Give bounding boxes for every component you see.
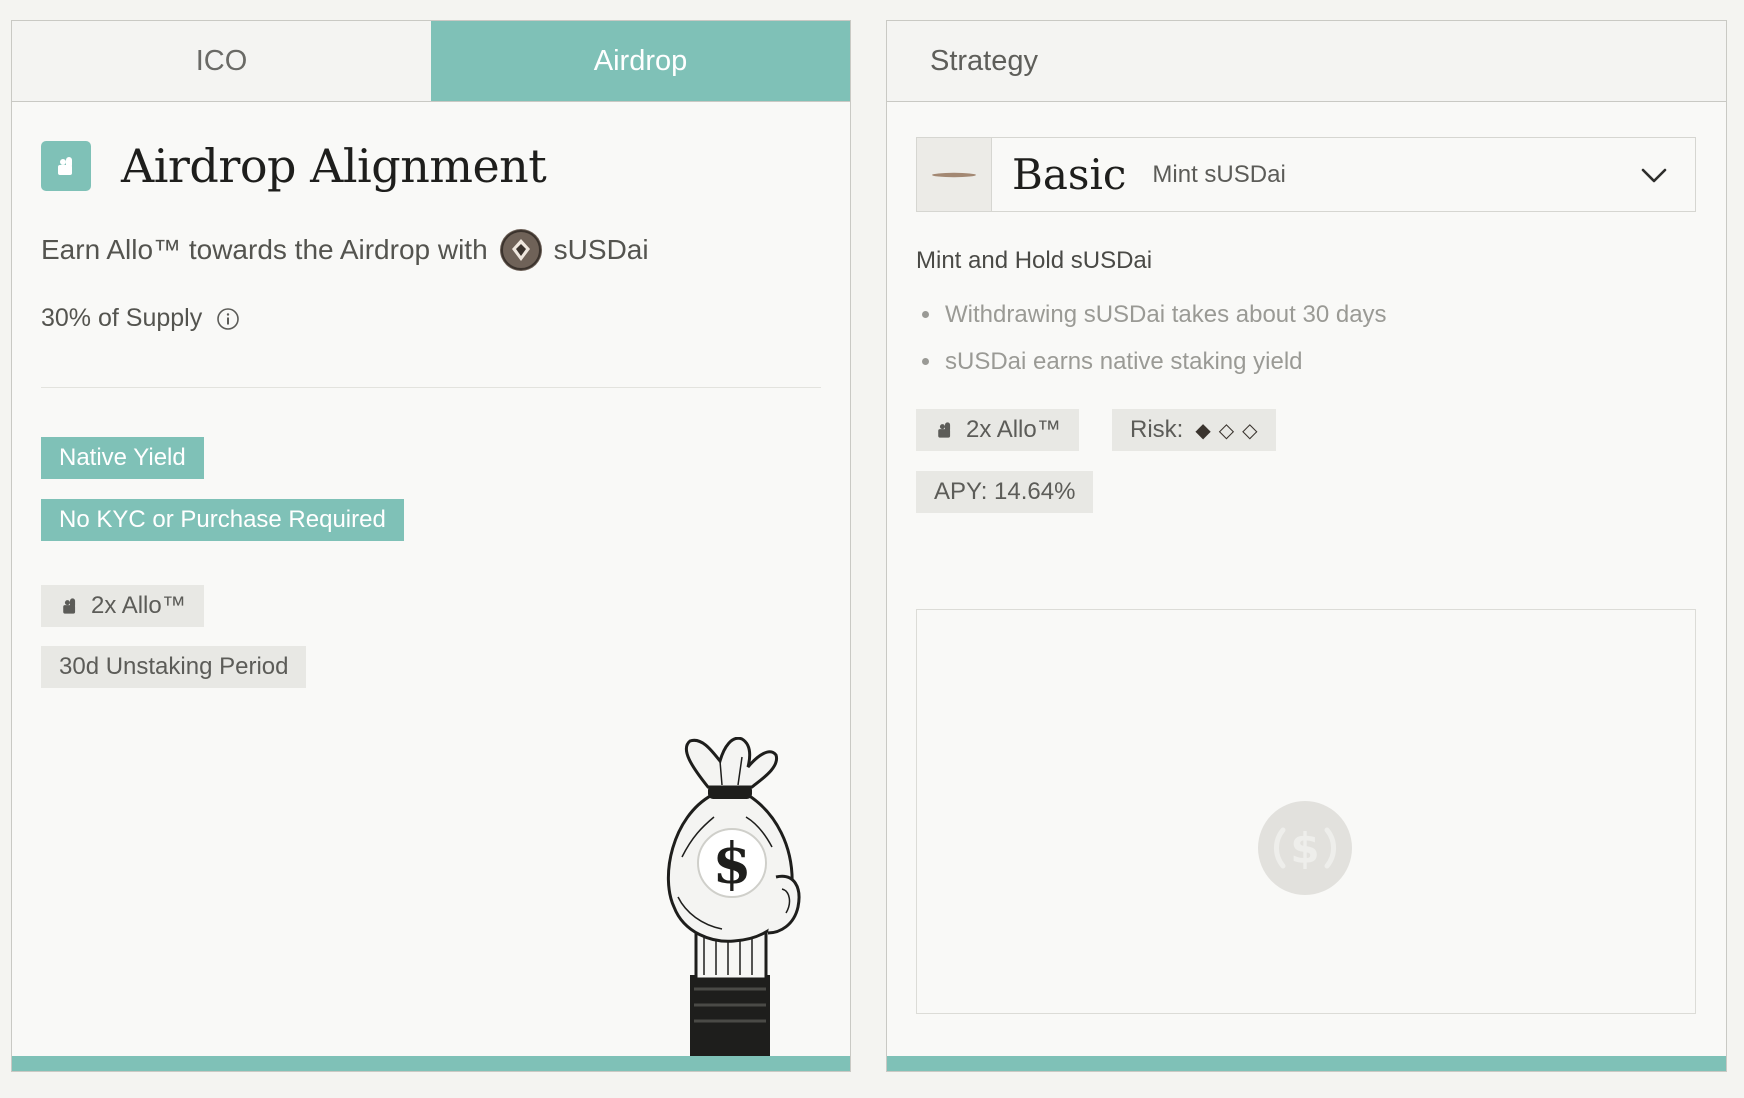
risk-badge: Risk: ◆ ◇ ◇: [1112, 409, 1276, 451]
allo-hand-icon: [41, 141, 91, 191]
tab-bar: ICO Airdrop: [12, 21, 850, 102]
bullet-dot: [922, 311, 929, 318]
strategy-heading: Mint and Hold sUSDai: [916, 247, 1153, 274]
title-row: Airdrop Alignment: [41, 139, 547, 193]
panel-accent-bar: [887, 1056, 1726, 1071]
risk-label: Risk:: [1130, 416, 1184, 443]
multiplier-text: 2x Allo™: [91, 592, 186, 619]
bullet-text: Withdrawing sUSDai takes about 30 days: [945, 300, 1387, 328]
list-item: Withdrawing sUSDai takes about 30 days: [916, 291, 1387, 338]
list-item: sUSDai earns native staking yield: [916, 338, 1387, 385]
info-icon[interactable]: [216, 307, 240, 331]
strategy-name: Basic: [1012, 150, 1127, 199]
page-title: Airdrop Alignment: [121, 139, 547, 193]
strategy-image-placeholder: $: [916, 609, 1696, 1014]
susdai-token-icon: [499, 229, 542, 271]
allo-hand-icon: [934, 419, 956, 441]
bullet-text: sUSDai earns native staking yield: [945, 347, 1303, 375]
subtitle: Earn Allo™ towards the Airdrop with sUSD…: [41, 229, 649, 271]
chevron-down-icon[interactable]: [1639, 160, 1669, 195]
allo-hand-icon: [59, 595, 81, 617]
tag-no-kyc: No KYC or Purchase Required: [41, 499, 404, 541]
strategy-thumbnail: [917, 138, 992, 211]
bullet-dot: [922, 358, 929, 365]
risk-diamond-filled-icon: ◆: [1195, 419, 1211, 442]
multiplier-text: 2x Allo™: [966, 416, 1061, 443]
strategy-select[interactable]: Basic Mint sUSDai: [916, 137, 1696, 212]
airdrop-panel: ICO Airdrop Airdrop Alignment Earn Allo™…: [11, 20, 851, 1072]
money-bag-illustration: $: [652, 736, 802, 1062]
subtitle-text: Earn Allo™ towards the Airdrop with: [41, 234, 488, 265]
strategy-subtitle: Mint sUSDai: [1152, 160, 1286, 188]
panel-accent-bar: [12, 1056, 850, 1071]
multiplier-badge: 2x Allo™: [916, 409, 1079, 451]
strategy-bullets: Withdrawing sUSDai takes about 30 days s…: [916, 291, 1387, 385]
strategy-panel: Strategy Basic Mint sUSDai Mint and Hold…: [886, 20, 1727, 1072]
divider: [41, 387, 821, 388]
supply-text: 30% of Supply: [41, 304, 203, 332]
tab-ico[interactable]: ICO: [12, 21, 431, 101]
multiplier-badge: 2x Allo™: [41, 585, 204, 627]
svg-text:$: $: [713, 831, 752, 897]
supply-info: 30% of Supply: [41, 304, 240, 333]
usd-coin-icon: $: [1257, 800, 1353, 901]
svg-text:$: $: [1290, 824, 1319, 873]
tag-native-yield: Native Yield: [41, 437, 204, 479]
tab-airdrop[interactable]: Airdrop: [431, 21, 850, 101]
risk-diamond-empty-icon: ◇: [1242, 419, 1258, 442]
unstaking-badge: 30d Unstaking Period: [41, 646, 307, 688]
risk-diamond-empty-icon: ◇: [1218, 419, 1235, 442]
strategy-header: Strategy: [887, 21, 1726, 102]
risk-indicator: ◆ ◇ ◇: [1195, 418, 1257, 443]
token-name: sUSDai: [553, 234, 649, 265]
apy-badge: APY: 14.64%: [916, 471, 1094, 513]
